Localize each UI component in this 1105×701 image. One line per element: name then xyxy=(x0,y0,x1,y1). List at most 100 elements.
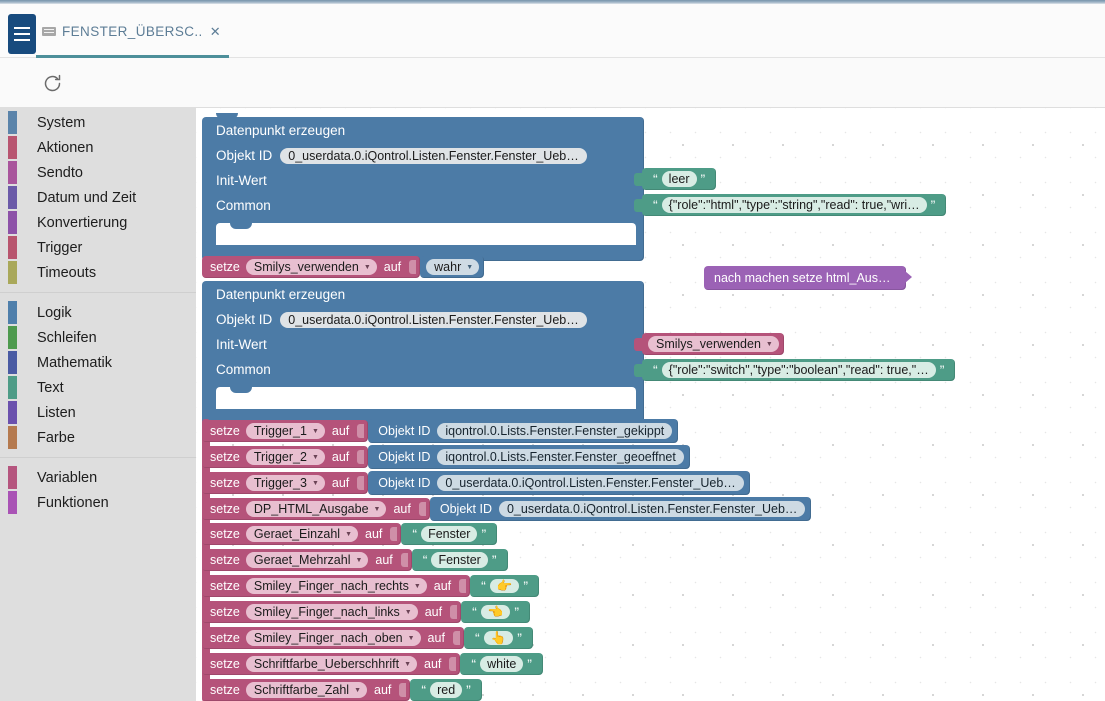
block-setze[interactable]: setze Trigger_2 ▼ auf xyxy=(202,446,369,468)
tab-fenster-uebersicht[interactable]: FENSTER_ÜBERSC.. ✕ xyxy=(36,8,229,58)
palette-item-listen[interactable]: Listen xyxy=(0,400,196,425)
palette-item-schleifen[interactable]: Schleifen xyxy=(0,325,196,350)
string-value[interactable]: Fenster xyxy=(431,552,488,568)
variable-dropdown[interactable]: Trigger_1 ▼ xyxy=(245,423,325,439)
string-value[interactable]: 👆 xyxy=(483,630,514,646)
block-text-string[interactable]: “ Fenster ” xyxy=(401,523,498,545)
variable-dropdown[interactable]: Geraet_Einzahl ▼ xyxy=(245,526,358,542)
palette-item-mathematik[interactable]: Mathematik xyxy=(0,350,196,375)
string-value[interactable]: 👈 xyxy=(480,604,511,620)
variable-dropdown[interactable]: Trigger_3 ▼ xyxy=(245,475,325,491)
hamburger-icon[interactable] xyxy=(8,14,36,54)
palette-item-label: Funktionen xyxy=(37,494,109,511)
boolean-dropdown[interactable]: wahr ▼ xyxy=(426,259,480,275)
block-text-string[interactable]: “ white ” xyxy=(460,653,543,675)
palette-item-funktionen[interactable]: Funktionen xyxy=(0,490,196,515)
palette-item-datum-und-zeit[interactable]: Datum und Zeit xyxy=(0,185,196,210)
block-nach-machen[interactable]: nach machen setze html_Aus… xyxy=(704,266,913,290)
quote-open-icon: “ xyxy=(653,362,658,378)
palette-swatch xyxy=(8,351,17,374)
block-text-string[interactable]: “ {"role":"html","type":"string","read":… xyxy=(642,194,947,216)
objekt-id-value[interactable]: 0_userdata.0.iQontrol.Listen.Fenster.Fen… xyxy=(498,501,806,517)
variable-dropdown[interactable]: Schriftfarbe_Ueberschhrift ▼ xyxy=(245,656,418,672)
variable-dropdown[interactable]: Geraet_Mehrzahl ▼ xyxy=(245,552,369,568)
block-setze[interactable]: setze DP_HTML_Ausgabe ▼ auf xyxy=(202,498,430,520)
script-canvas[interactable]: Datenpunkt erzeugen Objekt ID 0_userdata… xyxy=(196,108,1105,701)
palette-item-farbe[interactable]: Farbe xyxy=(0,425,196,450)
variable-dropdown[interactable]: Smiley_Finger_nach_links ▼ xyxy=(245,604,418,620)
palette-item-system[interactable]: System xyxy=(0,110,196,135)
block-variable-getter[interactable]: Smilys_verwenden ▼ xyxy=(642,333,784,355)
variable-dropdown[interactable]: Smilys_verwenden ▼ xyxy=(648,336,779,352)
objekt-id-field[interactable]: 0_userdata.0.iQontrol.Listen.Fenster.Fen… xyxy=(280,147,587,164)
block-object-id[interactable]: Objekt ID iqontrol.0.Lists.Fenster.Fenst… xyxy=(368,419,679,443)
block-text-string[interactable]: “ leer ” xyxy=(642,168,717,190)
block-setze[interactable]: setze Schriftfarbe_Ueberschhrift ▼ auf xyxy=(202,653,461,675)
block-setze[interactable]: setze Trigger_1 ▼ auf xyxy=(202,420,369,442)
string-value[interactable]: {"role":"html","type":"string","read": t… xyxy=(661,197,927,213)
block-setze[interactable]: setze Geraet_Mehrzahl ▼ auf xyxy=(202,549,412,571)
block-setze[interactable]: setze Smiley_Finger_nach_rechts ▼ auf xyxy=(202,575,471,597)
block-statement-slot[interactable] xyxy=(216,223,636,245)
block-datenpunkt-erzeugen-1[interactable]: Datenpunkt erzeugen Objekt ID 0_userdata… xyxy=(202,113,644,261)
setze-keyword: setze xyxy=(210,579,240,593)
palette-item-label: Text xyxy=(37,379,64,396)
block-setze[interactable]: setze Smilys_verwenden ▼ auf xyxy=(202,256,421,278)
block-setze[interactable]: setze Geraet_Einzahl ▼ auf xyxy=(202,523,402,545)
string-value[interactable]: leer xyxy=(661,171,697,187)
variable-name: Trigger_1 xyxy=(253,424,307,438)
close-icon[interactable]: ✕ xyxy=(209,25,221,38)
block-text-string[interactable]: “ 👉 ” xyxy=(470,575,540,597)
palette-item-trigger[interactable]: Trigger xyxy=(0,235,196,260)
palette-item-sendto[interactable]: Sendto xyxy=(0,160,196,185)
block-setze[interactable]: setze Smiley_Finger_nach_oben ▼ auf xyxy=(202,627,464,649)
block-text-string[interactable]: “ {"role":"switch","type":"boolean","rea… xyxy=(642,359,956,381)
block-statement-slot[interactable] xyxy=(216,387,636,409)
quote-open-icon: “ xyxy=(474,630,480,646)
palette-item-logik[interactable]: Logik xyxy=(0,300,196,325)
variable-dropdown[interactable]: DP_HTML_Ausgabe ▼ xyxy=(245,501,387,517)
palette-item-label: Farbe xyxy=(37,429,75,446)
block-text-string[interactable]: “ 👈 ” xyxy=(461,601,531,623)
variable-dropdown[interactable]: Smiley_Finger_nach_rechts ▼ xyxy=(245,578,427,594)
palette-item-aktionen[interactable]: Aktionen xyxy=(0,135,196,160)
quote-open-icon: “ xyxy=(481,578,486,594)
block-setze[interactable]: setze Smiley_Finger_nach_links ▼ auf xyxy=(202,601,462,623)
block-text-string[interactable]: “ 👆 ” xyxy=(463,627,533,649)
string-value[interactable]: red xyxy=(430,682,463,698)
objekt-id-field[interactable]: 0_userdata.0.iQontrol.Listen.Fenster.Fen… xyxy=(280,311,587,328)
palette-item-text[interactable]: Text xyxy=(0,375,196,400)
variable-dropdown[interactable]: Smilys_verwenden ▼ xyxy=(245,259,377,275)
palette-item-konvertierung[interactable]: Konvertierung xyxy=(0,210,196,235)
block-object-id[interactable]: Objekt ID iqontrol.0.Lists.Fenster.Fenst… xyxy=(368,445,690,469)
block-setze[interactable]: setze Schriftfarbe_Zahl ▼ auf xyxy=(202,679,411,701)
block-palette[interactable]: System Aktionen Sendto Datum und Zeit Ko… xyxy=(0,108,196,701)
string-value[interactable]: white xyxy=(480,656,524,672)
string-value[interactable]: {"role":"switch","type":"boolean","read"… xyxy=(661,362,936,378)
setze-connector: auf xyxy=(393,502,411,516)
variable-dropdown[interactable]: Trigger_2 ▼ xyxy=(245,449,325,465)
block-datenpunkt-erzeugen-2[interactable]: Datenpunkt erzeugen Objekt ID 0_userdata… xyxy=(202,281,644,425)
string-value[interactable]: Fenster xyxy=(421,526,478,542)
string-value[interactable]: 👉 xyxy=(489,578,520,594)
block-text-string[interactable]: “ red ” xyxy=(410,679,482,701)
block-setze[interactable]: setze Trigger_3 ▼ auf xyxy=(202,472,369,494)
objekt-id-value[interactable]: iqontrol.0.Lists.Fenster.Fenster_geoeffn… xyxy=(437,449,684,465)
palette-item-timeouts[interactable]: Timeouts xyxy=(0,260,196,285)
block-text-string[interactable]: “ Fenster ” xyxy=(411,549,508,571)
variable-dropdown[interactable]: Schriftfarbe_Zahl ▼ xyxy=(245,682,368,698)
block-object-id[interactable]: Objekt ID 0_userdata.0.iQontrol.Listen.F… xyxy=(429,497,812,521)
block-boolean-value[interactable]: wahr ▼ xyxy=(420,256,485,278)
block-on-change[interactable]: nach machen setze html_Aus… xyxy=(704,266,913,290)
palette-item-variablen[interactable]: Variablen xyxy=(0,465,196,490)
variable-dropdown[interactable]: Smiley_Finger_nach_oben ▼ xyxy=(245,630,421,646)
row-label: Common xyxy=(216,198,271,213)
setze-connector: auf xyxy=(331,424,350,438)
palette-item-label: Logik xyxy=(37,304,72,321)
objekt-id-value[interactable]: iqontrol.0.Lists.Fenster.Fenster_gekippt xyxy=(437,423,673,439)
objekt-id-value[interactable]: 0_userdata.0.iQontrol.Listen.Fenster.Fen… xyxy=(437,475,744,491)
quote-open-icon: “ xyxy=(653,197,658,213)
block-object-id[interactable]: Objekt ID 0_userdata.0.iQontrol.Listen.F… xyxy=(368,471,750,495)
value-plug xyxy=(634,172,642,186)
refresh-icon[interactable] xyxy=(36,68,68,98)
